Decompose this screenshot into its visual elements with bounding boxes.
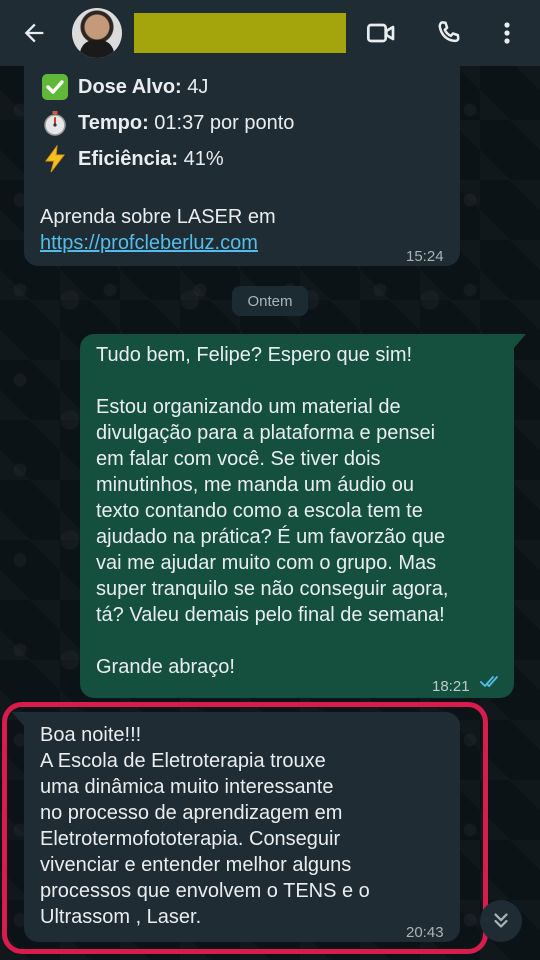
arrow-left-icon [24, 23, 44, 43]
stopwatch-icon [40, 108, 70, 138]
message-line: Eficiência: 41% [40, 144, 224, 174]
check-box-icon [40, 72, 70, 102]
video-call-icon [367, 23, 395, 43]
message-text: Aprenda sobre LASER em [40, 206, 276, 228]
line-value: 4J [181, 76, 209, 98]
back-button[interactable] [14, 13, 54, 53]
more-vert-icon [504, 22, 510, 44]
scroll-to-bottom-button[interactable] [480, 900, 522, 942]
message-line: Tempo: 01:37 por ponto [40, 108, 294, 138]
date-divider: Ontem [232, 286, 308, 316]
line-value: 41% [178, 148, 224, 170]
message-time: 18:21 [432, 678, 470, 695]
contact-name-redacted[interactable] [134, 13, 346, 53]
contact-avatar[interactable] [72, 8, 122, 58]
message-text: Tudo bem, Felipe? Espero que sim! Estou … [96, 344, 449, 678]
phone-icon [438, 21, 460, 43]
bubble-tail [514, 334, 526, 348]
line-label: Eficiência: [78, 148, 179, 170]
chat-header [0, 0, 540, 66]
message-bubble-incoming[interactable]: Dose Alvo: 4J Tempo: 01:37 por ponto Efi… [24, 60, 460, 266]
message-link[interactable]: https://profcleberluz.com [40, 230, 258, 256]
message-bubble-outgoing[interactable]: Tudo bem, Felipe? Espero que sim! Estou … [80, 334, 514, 698]
message-time: 15:24 [406, 248, 444, 265]
line-label: Dose Alvo: [78, 76, 182, 98]
voice-call-button[interactable] [432, 16, 466, 50]
more-options-button[interactable] [490, 16, 524, 50]
line-value: 01:37 por ponto [148, 112, 295, 134]
line-label: Tempo: [78, 112, 149, 134]
highlight-frame [2, 702, 488, 954]
lightning-icon [40, 144, 70, 174]
double-check-read-icon [480, 676, 498, 688]
double-chevron-down-icon [494, 913, 508, 928]
video-call-button[interactable] [364, 16, 398, 50]
message-line: Dose Alvo: 4J [40, 72, 208, 102]
